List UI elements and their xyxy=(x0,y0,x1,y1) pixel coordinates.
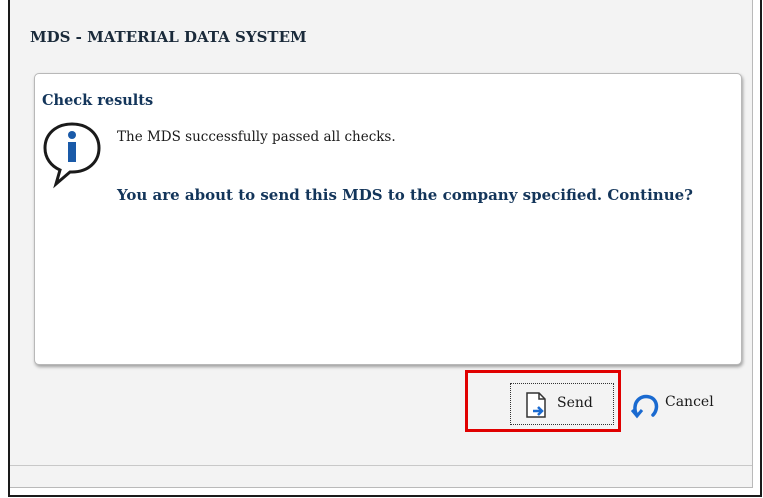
footer-divider xyxy=(10,465,752,466)
success-message: The MDS successfully passed all checks. xyxy=(117,129,396,145)
cancel-button[interactable]: Cancel xyxy=(623,383,733,425)
panel-title: Check results xyxy=(42,92,154,109)
window-frame: MDS - MATERIAL DATA SYSTEM Check results… xyxy=(8,0,762,497)
document-send-icon xyxy=(524,392,548,418)
send-label: Send xyxy=(557,395,593,411)
dialog: MDS - MATERIAL DATA SYSTEM Check results… xyxy=(10,0,753,488)
cancel-label: Cancel xyxy=(665,394,714,410)
check-results-panel: Check results The MDS successfully passe… xyxy=(34,73,742,365)
undo-icon xyxy=(630,391,661,419)
confirmation-prompt: You are about to send this MDS to the co… xyxy=(117,186,693,204)
dialog-title: MDS - MATERIAL DATA SYSTEM xyxy=(30,28,307,46)
send-button[interactable]: Send xyxy=(510,383,614,425)
info-icon xyxy=(40,118,104,190)
